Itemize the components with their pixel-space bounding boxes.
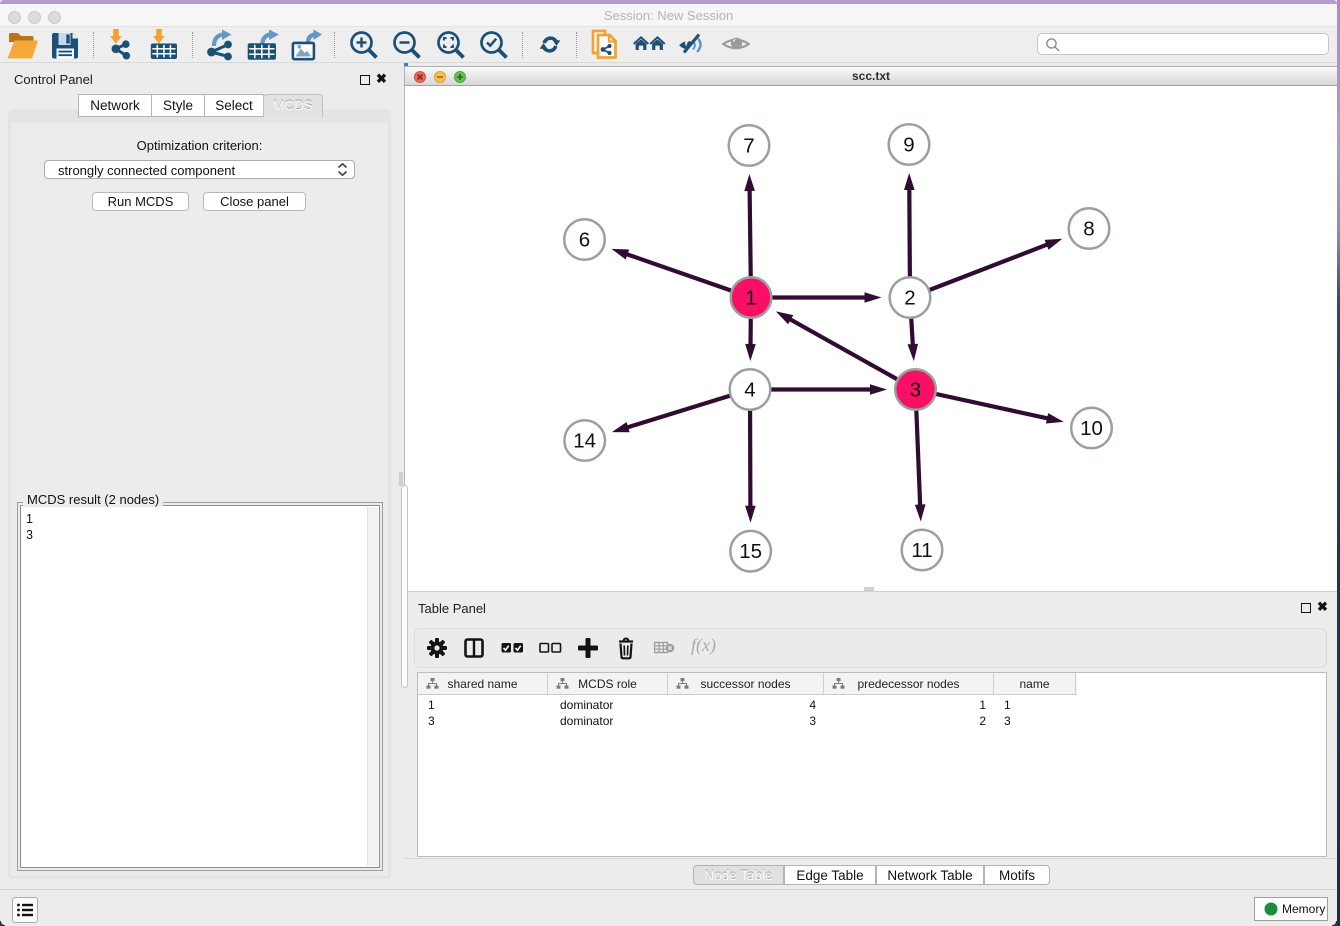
- svg-text:6: 6: [579, 229, 590, 252]
- svg-text:2: 2: [904, 287, 915, 310]
- svg-text:7: 7: [743, 135, 754, 158]
- svg-text:15: 15: [739, 540, 762, 563]
- svg-text:8: 8: [1083, 218, 1094, 241]
- svg-text:9: 9: [903, 134, 914, 157]
- svg-text:4: 4: [744, 379, 755, 402]
- svg-text:14: 14: [573, 430, 596, 453]
- svg-text:3: 3: [910, 379, 921, 402]
- svg-text:1: 1: [745, 287, 756, 310]
- svg-text:11: 11: [911, 539, 932, 562]
- svg-text:10: 10: [1080, 417, 1103, 440]
